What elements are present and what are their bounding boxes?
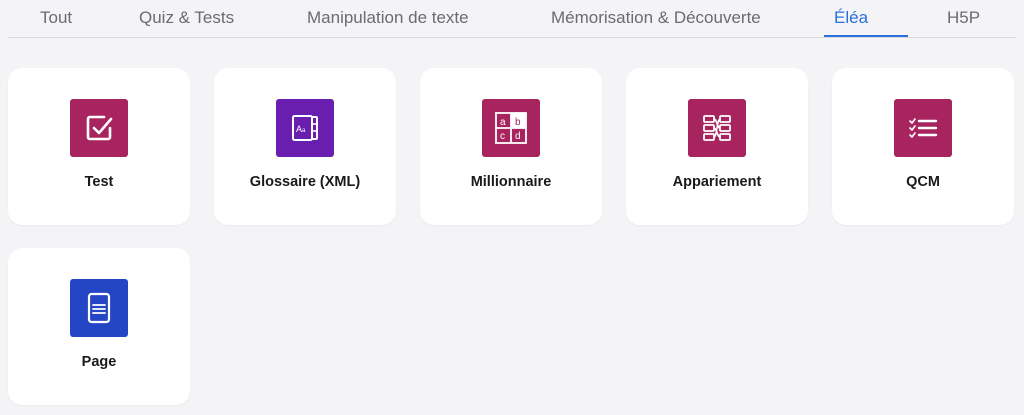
svg-text:a: a — [500, 117, 506, 128]
svg-text:c: c — [500, 131, 505, 142]
tab-h5p[interactable]: H5P — [947, 8, 980, 28]
tab-memorisation-decouverte[interactable]: Mémorisation & Découverte — [551, 8, 761, 28]
svg-text:b: b — [515, 117, 521, 128]
activity-card-test[interactable]: Test — [8, 68, 190, 225]
activity-card-glossaire[interactable]: A a Glossaire (XML) — [214, 68, 396, 225]
matching-icon — [688, 99, 746, 157]
card-label: Page — [81, 354, 117, 370]
activity-card-millionnaire[interactable]: a b c d Millionnaire — [420, 68, 602, 225]
active-tab-indicator — [824, 35, 908, 37]
svg-text:d: d — [515, 131, 521, 142]
card-label: Millionnaire — [470, 174, 552, 190]
activity-card-page[interactable]: Page — [8, 248, 190, 405]
tab-tout[interactable]: Tout — [40, 8, 72, 28]
card-label: Test — [84, 174, 114, 190]
abcd-grid-icon: a b c d — [482, 99, 540, 157]
tab-elea[interactable]: Éléa — [834, 8, 868, 28]
tab-quiz-tests[interactable]: Quiz & Tests — [139, 8, 234, 28]
activity-card-qcm[interactable]: QCM — [832, 68, 1014, 225]
checkbox-icon — [70, 99, 128, 157]
card-label: QCM — [906, 174, 940, 190]
category-tabs: Tout Quiz & Tests Manipulation de texte … — [8, 0, 1016, 38]
svg-text:a: a — [302, 128, 306, 134]
checklist-icon — [894, 99, 952, 157]
card-label: Appariement — [672, 174, 762, 190]
page-document-icon — [70, 279, 128, 337]
activity-card-appariement[interactable]: Appariement — [626, 68, 808, 225]
tab-manipulation-texte[interactable]: Manipulation de texte — [307, 8, 469, 28]
glossary-book-icon: A a — [276, 99, 334, 157]
card-label: Glossaire (XML) — [249, 174, 361, 190]
